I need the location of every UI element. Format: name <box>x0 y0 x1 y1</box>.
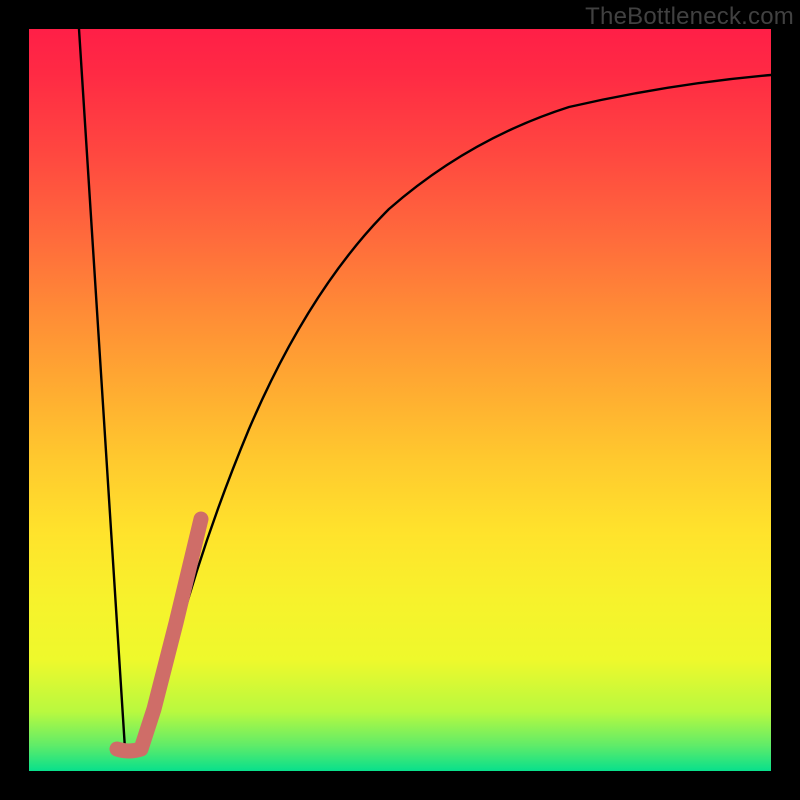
plot-area <box>29 29 771 771</box>
bottleneck-curve <box>79 29 771 753</box>
chart-frame: TheBottleneck.com <box>0 0 800 800</box>
watermark-text: TheBottleneck.com <box>585 3 794 31</box>
chart-svg <box>29 29 771 771</box>
accent-segment <box>117 519 201 751</box>
